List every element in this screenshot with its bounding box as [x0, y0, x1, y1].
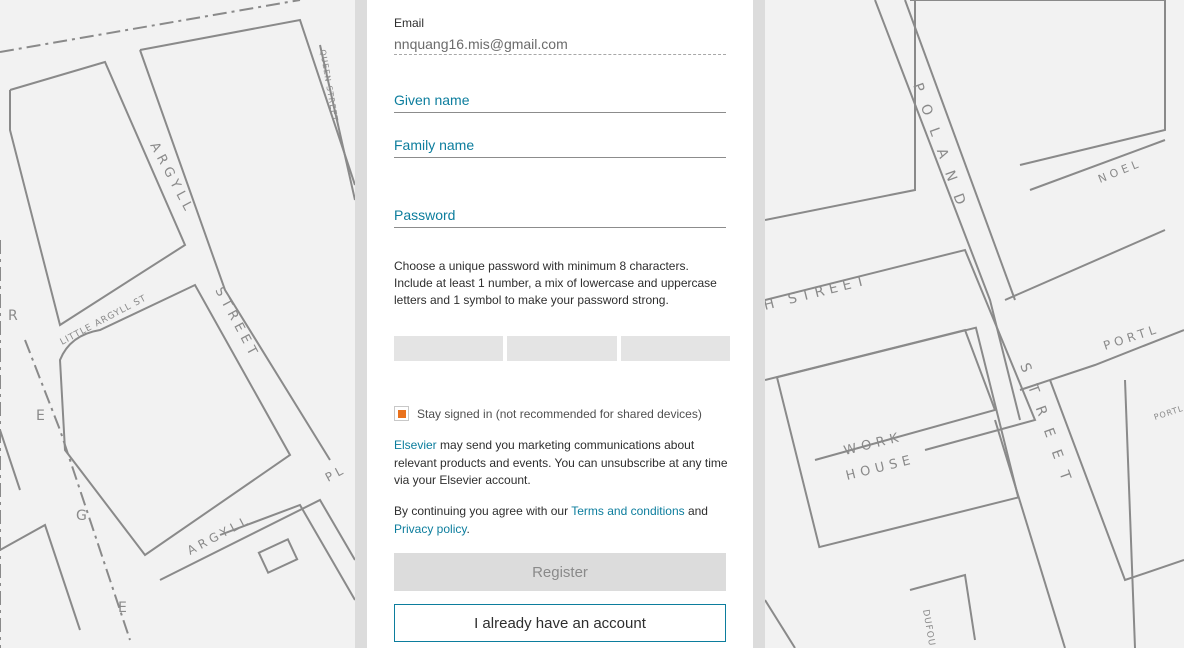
privacy-policy-link[interactable]: Privacy policy	[394, 522, 466, 536]
password-label: Password	[394, 207, 456, 223]
already-have-account-button[interactable]: I already have an account	[394, 604, 726, 642]
given-name-label: Given name	[394, 92, 470, 108]
password-field[interactable]: Password	[394, 206, 726, 228]
terms-suffix: .	[466, 521, 470, 536]
terms-link[interactable]: Terms and conditions	[571, 504, 684, 518]
strength-segment	[620, 336, 730, 361]
register-button[interactable]: Register	[394, 553, 726, 591]
family-name-label: Family name	[394, 137, 475, 153]
email-field[interactable]: nnquang16.mis@gmail.com	[394, 35, 726, 55]
map-background-right	[765, 0, 1184, 648]
marketing-notice: Elsevier may send you marketing communic…	[394, 437, 728, 490]
strength-segment	[507, 336, 617, 361]
stay-signed-in-label[interactable]: Stay signed in (not recommended for shar…	[417, 407, 702, 421]
map-background-left	[0, 0, 355, 648]
marketing-text: may send you marketing communications ab…	[394, 438, 728, 487]
family-name-field[interactable]: Family name	[394, 136, 726, 158]
elsevier-link[interactable]: Elsevier	[394, 438, 437, 452]
email-label: Email	[394, 16, 425, 30]
password-strength-meter	[394, 336, 730, 361]
strength-segment	[394, 336, 504, 361]
stay-signed-in[interactable]: Stay signed in (not recommended for shar…	[394, 406, 702, 421]
stay-signed-in-checkbox[interactable]	[394, 406, 409, 421]
password-hint: Choose a unique password with minimum 8 …	[394, 259, 717, 307]
given-name-field[interactable]: Given name	[394, 91, 726, 113]
terms-middle: and	[684, 504, 708, 518]
check-mark-icon	[397, 409, 406, 418]
terms-notice: By continuing you agree with our Terms a…	[394, 503, 728, 538]
terms-prefix: By continuing you agree with our	[394, 504, 572, 518]
